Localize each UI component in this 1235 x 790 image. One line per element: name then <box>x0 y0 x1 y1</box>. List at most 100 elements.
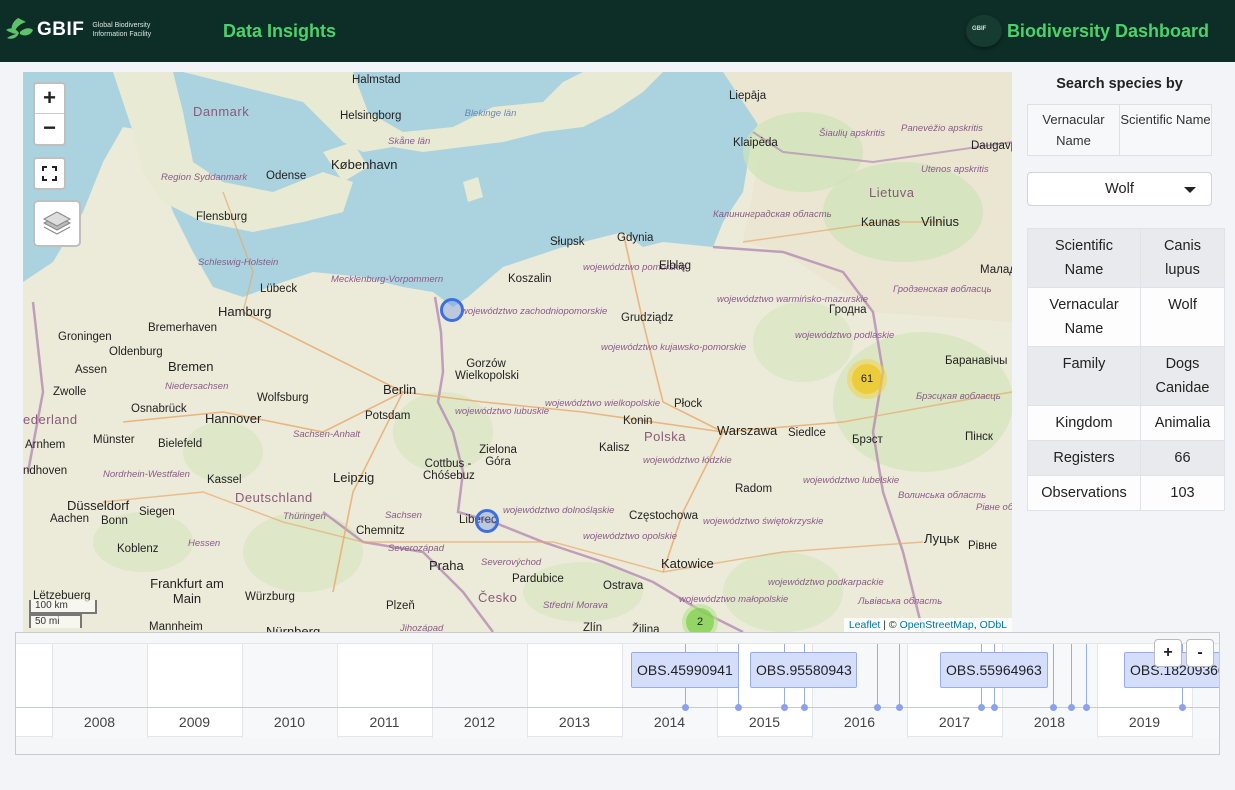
cluster-count: 2 <box>686 608 714 632</box>
map-label: Zielona Góra <box>479 444 517 468</box>
row-value: Canis lupus <box>1140 228 1225 288</box>
timeline-canvas[interactable]: 7 2008 2009 2010 2011 2012 2013 2014 201… <box>16 643 1219 738</box>
species-map[interactable]: Halmstad Liepāja Danmark Helsingborg Ble… <box>23 72 1012 632</box>
fullscreen-button[interactable] <box>33 157 66 190</box>
map-label: Sachsen <box>385 510 422 521</box>
map-label: województwo dolnośląskie <box>503 505 615 516</box>
timeline-event-dot[interactable] <box>991 704 998 711</box>
map-label: Vilnius <box>921 214 960 229</box>
timeline-observation-item[interactable]: OBS.55964963 <box>940 652 1048 688</box>
search-mode-toggle: Vernacular Name Scientific Name <box>1027 104 1212 156</box>
table-row: Kingdom Animalia <box>1027 405 1225 441</box>
timeline-observation-item[interactable]: OBS.95580943 <box>750 652 857 688</box>
map-zoom-control: + − <box>33 82 66 146</box>
timeline-event-dot[interactable] <box>801 704 808 711</box>
map-label: Siegen <box>139 506 175 518</box>
osm-link[interactable]: OpenStreetMap <box>900 619 974 631</box>
map-label: Warszawa <box>717 423 778 438</box>
map-label: Wolfsburg <box>257 392 309 404</box>
row-value: 66 <box>1140 440 1225 476</box>
map-label: Bremen <box>168 359 214 374</box>
map-label: Рівне облас <box>976 502 1012 513</box>
zoom-out-button[interactable]: − <box>35 114 64 144</box>
species-select[interactable]: Wolf <box>1027 172 1212 206</box>
map-label: Lübeck <box>260 283 298 295</box>
dashboard-title[interactable]: Biodiversity Dashboard <box>1007 21 1209 42</box>
map-label: Hessen <box>188 538 221 549</box>
observation-marker[interactable] <box>440 298 464 322</box>
app-title[interactable]: Data Insights <box>223 21 336 42</box>
map-basemap[interactable] <box>23 72 1012 632</box>
map-label: Osnabrück <box>131 403 187 415</box>
timeline-year-label: 2008 <box>83 714 116 730</box>
toggle-scientific-name[interactable]: Scientific Name <box>1120 105 1211 155</box>
map-label: Flensburg <box>196 211 248 223</box>
search-panel-title: Search species by <box>1056 76 1183 92</box>
map-label: Daugavpi <box>971 140 1012 152</box>
timeline-year-label: 2019 <box>1128 714 1161 730</box>
timeline-event-dot[interactable] <box>682 704 689 711</box>
marker-cluster[interactable]: 61 <box>847 359 887 399</box>
timeline-event-dot[interactable] <box>1179 704 1186 711</box>
table-row: Family Dogs Canidae <box>1027 346 1225 406</box>
map-label: Elbląg <box>659 260 691 272</box>
map-label: Hamburg <box>218 304 272 319</box>
observation-marker[interactable] <box>475 509 499 533</box>
timeline-event-dot[interactable] <box>1068 704 1075 711</box>
map-label: Berlin <box>383 382 417 397</box>
row-value: 103 <box>1140 475 1225 511</box>
map-label: Волинська область <box>898 490 987 501</box>
row-key: Vernacular Name <box>1027 287 1141 347</box>
timeline-observation-item[interactable]: OBS.45990941 <box>631 652 739 688</box>
timeline-event-line <box>877 644 878 705</box>
map-label: Halmstad <box>352 74 401 86</box>
map-label: Koszalin <box>508 273 552 285</box>
toggle-vernacular-name[interactable]: Vernacular Name <box>1028 105 1120 155</box>
map-label: Гродзенская вобласць <box>893 284 992 295</box>
timeline-year-label: 7 <box>16 714 52 730</box>
map-label: Deutschland <box>235 490 313 505</box>
map-label: Düsseldorf <box>67 498 130 513</box>
row-key: Family <box>1027 346 1141 406</box>
map-label: Луцьк <box>924 531 960 546</box>
row-value: Animalia <box>1140 405 1225 441</box>
table-row: Vernacular Name Wolf <box>1027 287 1225 347</box>
timeline-event-dot[interactable] <box>896 704 903 711</box>
map-label: Šiaulių apskritis <box>819 128 885 139</box>
timeline-event-dot[interactable] <box>735 704 742 711</box>
map-label: Katowice <box>661 556 714 571</box>
map-label: Пінск <box>965 431 993 443</box>
timeline-event-dot[interactable] <box>1050 704 1057 711</box>
attribution-sep: | © <box>880 619 900 631</box>
fullscreen-icon <box>42 166 57 181</box>
odbl-link[interactable]: ODbL <box>980 619 1007 631</box>
gbif-logo[interactable]: GBIF Global Biodiversity Information Fac… <box>4 14 162 46</box>
timeline-year-label: 2018 <box>1033 714 1066 730</box>
map-label: Nürnberg <box>266 624 321 632</box>
timeline-event-dot[interactable] <box>1083 704 1090 711</box>
observation-timeline[interactable]: 7 2008 2009 2010 2011 2012 2013 2014 201… <box>15 632 1220 755</box>
timeline-event-dot[interactable] <box>874 704 881 711</box>
map-label: Thüringen <box>283 511 326 522</box>
zoom-in-button[interactable]: + <box>35 84 64 114</box>
map-label: Arnhem <box>25 439 66 451</box>
map-label: województwo opolskie <box>583 531 677 542</box>
timeline-year-label: 2016 <box>843 714 876 730</box>
timeline-event-dot[interactable] <box>978 704 985 711</box>
timeline-year-label: 2012 <box>463 714 496 730</box>
map-label: Blekinge län <box>464 108 517 119</box>
map-label: Mecklenburg-Vorpommern <box>331 274 444 285</box>
timeline-year-label: 2015 <box>748 714 781 730</box>
timeline-event-dot[interactable] <box>781 704 788 711</box>
map-label: Jihozápad <box>400 623 444 632</box>
marker-cluster[interactable]: 2 <box>682 604 718 632</box>
layers-button[interactable] <box>33 200 81 247</box>
leaflet-link[interactable]: Leaflet <box>849 619 881 631</box>
timeline-zoom-out-button[interactable]: - <box>1186 639 1214 667</box>
map-label: województwo lubuskie <box>455 406 549 417</box>
map-label: Radom <box>735 483 773 495</box>
row-value: Wolf <box>1140 287 1225 347</box>
cluster-count: 61 <box>852 364 882 394</box>
timeline-zoom-in-button[interactable]: + <box>1154 639 1182 667</box>
map-label: Panevėžio apskritis <box>901 123 983 134</box>
